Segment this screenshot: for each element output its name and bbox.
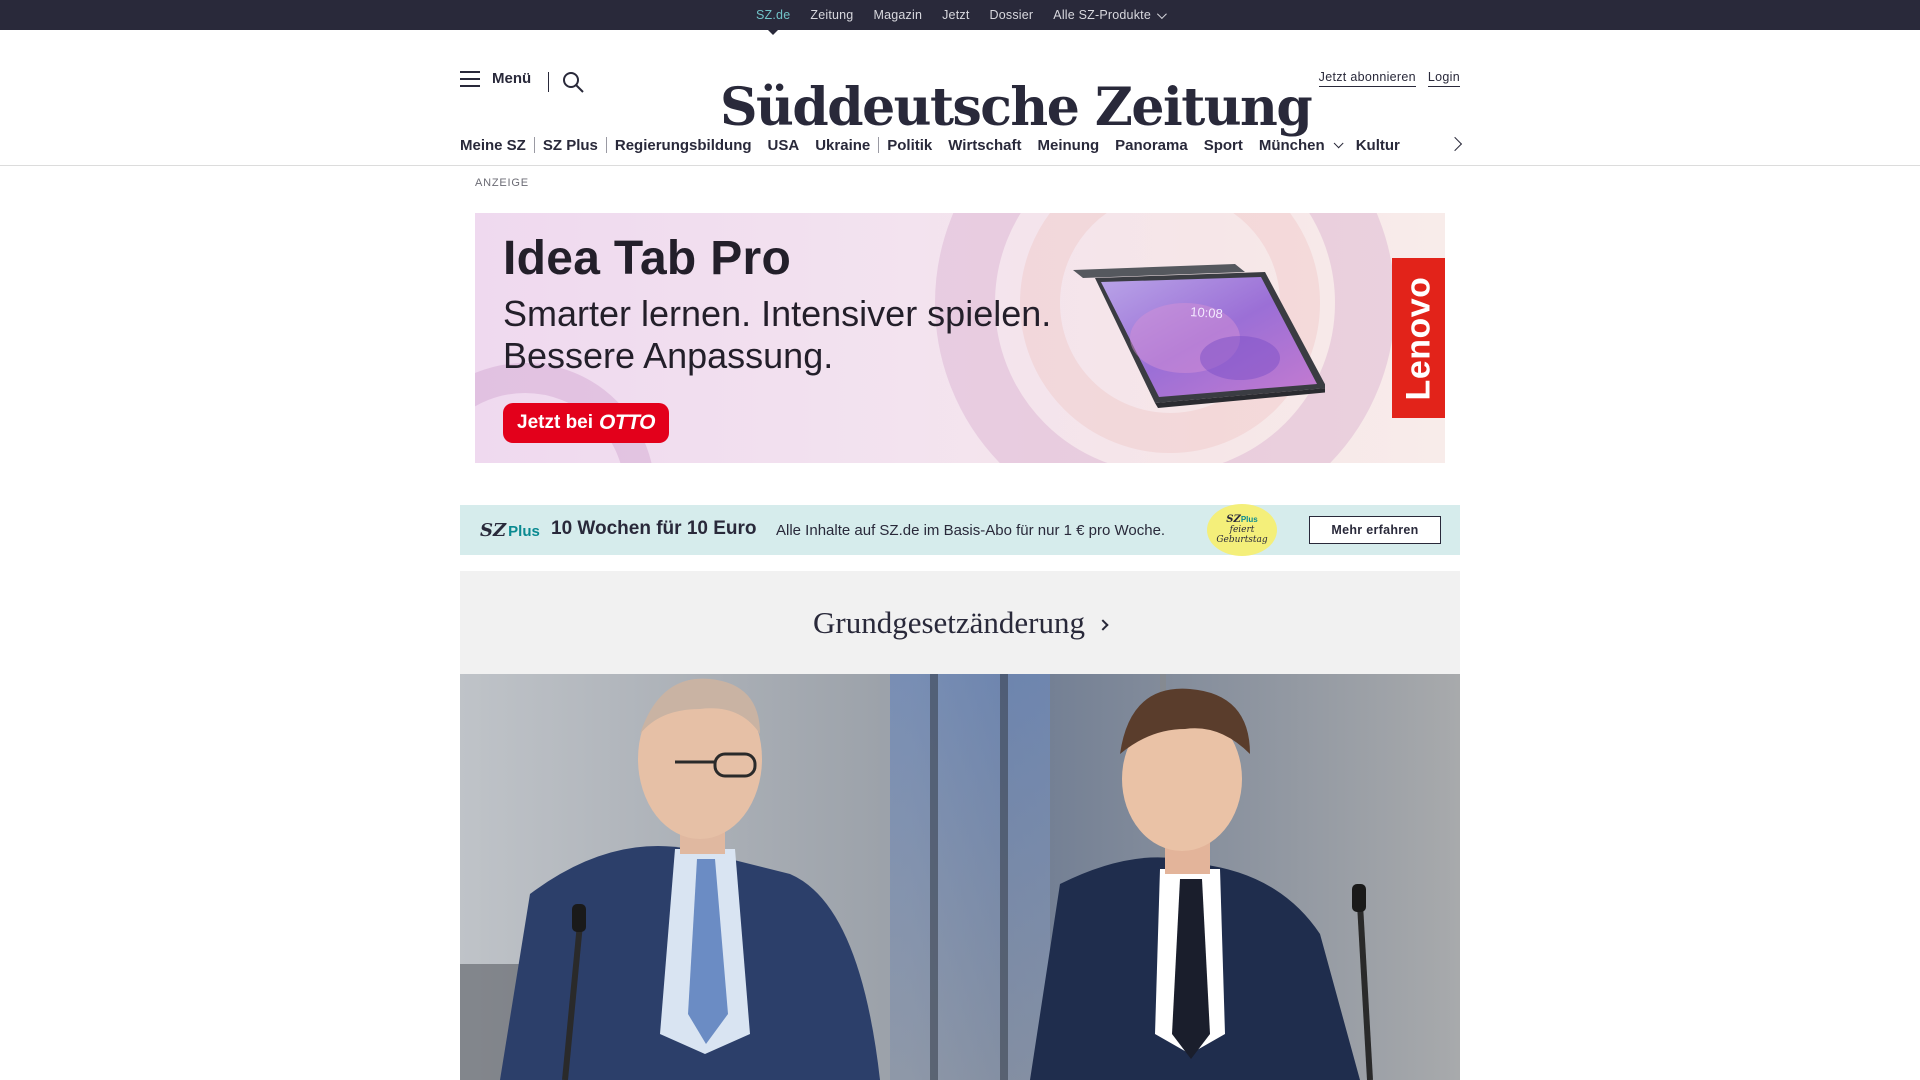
otto-logo: OTTO bbox=[599, 411, 655, 434]
birthday-badge: SZPlus feiert Geburtstag bbox=[1207, 504, 1277, 556]
badge-line2: feiert bbox=[1229, 525, 1255, 535]
product-link-dossier[interactable]: Dossier bbox=[990, 0, 1034, 30]
product-link-all-products[interactable]: Alle SZ-Produkte bbox=[1053, 0, 1167, 30]
menu-button[interactable]: Menü bbox=[460, 70, 531, 87]
ressort-wirtschaft[interactable]: Wirtschaft bbox=[940, 130, 1029, 160]
ad-subtitle: Smarter lernen. Intensiver spielen. Bess… bbox=[503, 293, 1052, 376]
site-header: Menü Süddeutsche Zeitung Jetzt abonniere… bbox=[0, 30, 1920, 166]
ressort-muenchen-label: München bbox=[1258, 136, 1325, 154]
szplus-text: Alle Inhalte auf SZ.de im Basis-Abo für … bbox=[776, 522, 1166, 539]
szplus-logo: SZ Plus bbox=[480, 520, 540, 541]
ad-title: Idea Tab Pro bbox=[503, 232, 792, 285]
ad-cta-prefix: Jetzt bei bbox=[517, 412, 594, 433]
chevron-right-icon bbox=[1097, 618, 1109, 631]
subscribe-link[interactable]: Jetzt abonnieren bbox=[1318, 70, 1416, 87]
product-link-szde[interactable]: SZ.de bbox=[756, 0, 790, 35]
ressort-kultur[interactable]: Kultur bbox=[1348, 130, 1408, 160]
more-info-button[interactable]: Mehr erfahren bbox=[1309, 516, 1441, 544]
lenovo-logo-text: Lenovo bbox=[1399, 276, 1437, 400]
szplus-logo-plus: Plus bbox=[508, 523, 540, 540]
ressort-nav: Meine SZ SZ Plus Regierungsbildung USA U… bbox=[460, 130, 1463, 160]
ressort-meine-sz[interactable]: Meine SZ bbox=[460, 130, 534, 160]
lead-article-image[interactable] bbox=[460, 674, 1460, 1080]
lead-photo bbox=[460, 674, 1460, 1080]
search-icon[interactable] bbox=[561, 70, 585, 94]
tablet-clock: 10:08 bbox=[1190, 304, 1224, 321]
hamburger-icon bbox=[460, 70, 480, 87]
login-link[interactable]: Login bbox=[1427, 70, 1460, 87]
menu-label: Menü bbox=[492, 70, 532, 87]
ressort-muenchen[interactable]: München bbox=[1251, 130, 1348, 160]
badge-plus: Plus bbox=[1240, 515, 1258, 524]
chevron-right-icon[interactable] bbox=[1447, 136, 1463, 152]
ressort-ukraine[interactable]: Ukraine bbox=[807, 130, 878, 160]
ressort-usa[interactable]: USA bbox=[760, 130, 808, 160]
badge-sz: SZ bbox=[1226, 514, 1241, 525]
topic-header[interactable]: Grundgesetzänderung bbox=[460, 571, 1460, 674]
szplus-promo: SZ Plus 10 Wochen für 10 Euro Alle Inhalt… bbox=[460, 504, 1460, 556]
product-link-jetzt[interactable]: Jetzt bbox=[942, 0, 969, 30]
product-bar: SZ.de Zeitung Magazin Jetzt Dossier Alle… bbox=[0, 0, 1920, 35]
account-links: Jetzt abonnieren Login bbox=[1318, 70, 1460, 87]
szplus-headline: 10 Wochen für 10 Euro bbox=[551, 518, 757, 539]
ressort-sz-plus[interactable]: SZ Plus bbox=[535, 130, 606, 160]
ad-cta-button[interactable]: Jetzt bei OTTO bbox=[503, 403, 669, 443]
badge-line3: Geburtstag bbox=[1216, 535, 1268, 545]
tablet-image: 10:08 bbox=[1073, 264, 1325, 408]
ad-banner[interactable]: Idea Tab Pro Smarter lernen. Intensiver … bbox=[475, 213, 1445, 463]
ad-label: ANZEIGE bbox=[475, 177, 529, 189]
ressort-panorama[interactable]: Panorama bbox=[1107, 130, 1196, 160]
ressort-sport[interactable]: Sport bbox=[1196, 130, 1251, 160]
product-link-zeitung[interactable]: Zeitung bbox=[810, 0, 853, 30]
ressort-meinung[interactable]: Meinung bbox=[1029, 130, 1107, 160]
ressort-politik[interactable]: Politik bbox=[879, 130, 940, 160]
lenovo-logo: Lenovo bbox=[1392, 258, 1445, 418]
ressort-regierungsbildung[interactable]: Regierungsbildung bbox=[607, 130, 760, 160]
topic-label: Grundgesetzänderung bbox=[812, 604, 1085, 640]
chevron-down-icon bbox=[1333, 137, 1344, 148]
product-link-magazin[interactable]: Magazin bbox=[873, 0, 922, 30]
all-products-label: Alle SZ-Produkte bbox=[1053, 8, 1151, 22]
chevron-down-icon bbox=[1156, 8, 1167, 19]
divider bbox=[548, 72, 549, 92]
szplus-logo-sz: SZ bbox=[480, 520, 507, 541]
